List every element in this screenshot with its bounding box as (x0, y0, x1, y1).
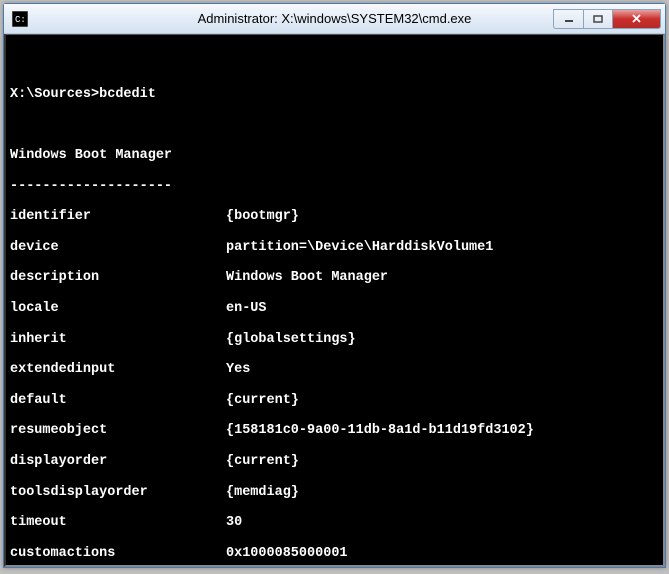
kv-val: {current} (226, 393, 299, 408)
kv-val: {globalsettings} (226, 332, 356, 347)
prompt-line: X:\Sources>bcdedit (10, 87, 659, 102)
kv-row: devicepartition=\Device\HarddiskVolume1 (10, 240, 659, 255)
kv-key: inherit (10, 332, 226, 347)
kv-row: toolsdisplayorder{memdiag} (10, 485, 659, 500)
close-button[interactable] (613, 9, 661, 29)
kv-val: {bootmgr} (226, 209, 299, 224)
kv-row: descriptionWindows Boot Manager (10, 270, 659, 285)
titlebar[interactable]: C: Administrator: X:\windows\SYSTEM32\cm… (4, 4, 665, 34)
kv-val: 0x1000085000001 (226, 546, 348, 561)
kv-row: extendedinputYes (10, 362, 659, 377)
kv-key: timeout (10, 515, 226, 530)
kv-row: displayorder{current} (10, 454, 659, 469)
kv-key: displayorder (10, 454, 226, 469)
kv-key: default (10, 393, 226, 408)
window-controls (553, 9, 661, 29)
kv-row: timeout30 (10, 515, 659, 530)
kv-row: resumeobject{158181c0-9a00-11db-8a1d-b11… (10, 423, 659, 438)
section-divider: -------------------- (10, 179, 659, 194)
kv-key: device (10, 240, 226, 255)
kv-key: identifier (10, 209, 226, 224)
kv-val: Yes (226, 362, 250, 377)
kv-row: inherit{globalsettings} (10, 332, 659, 347)
kv-key: customactions (10, 546, 226, 561)
kv-row: customactions0x1000085000001 (10, 546, 659, 561)
minimize-button[interactable] (553, 9, 583, 29)
kv-val: Windows Boot Manager (226, 270, 388, 285)
kv-row: default{current} (10, 393, 659, 408)
kv-key: locale (10, 301, 226, 316)
svg-text:C:: C: (15, 15, 26, 25)
kv-val: {current} (226, 454, 299, 469)
cmd-icon: C: (12, 11, 28, 27)
kv-val: {158181c0-9a00-11db-8a1d-b11d19fd3102} (226, 423, 534, 438)
terminal-output[interactable]: X:\Sources>bcdedit Windows Boot Manager … (4, 34, 665, 567)
kv-key: resumeobject (10, 423, 226, 438)
kv-key: extendedinput (10, 362, 226, 377)
maximize-button[interactable] (583, 9, 613, 29)
kv-row: identifier{bootmgr} (10, 209, 659, 224)
kv-val: partition=\Device\HarddiskVolume1 (226, 240, 493, 255)
kv-val: en-US (226, 301, 267, 316)
kv-val: {memdiag} (226, 485, 299, 500)
cmd-window: C: Administrator: X:\windows\SYSTEM32\cm… (3, 3, 666, 568)
blank-line (10, 56, 659, 71)
kv-key: description (10, 270, 226, 285)
kv-row: localeen-US (10, 301, 659, 316)
kv-val: 30 (226, 515, 242, 530)
section-title-boot-manager: Windows Boot Manager (10, 148, 659, 163)
kv-key: toolsdisplayorder (10, 485, 226, 500)
blank-line (10, 117, 659, 132)
